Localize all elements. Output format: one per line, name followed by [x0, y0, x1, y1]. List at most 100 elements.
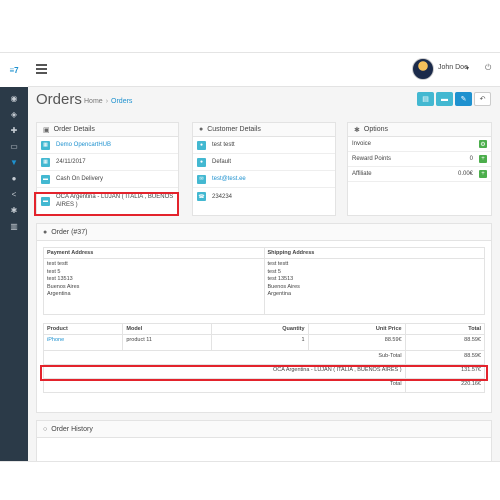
sidebar-item-marketing[interactable]: < — [0, 187, 28, 201]
customer-email[interactable]: test@test.ee — [212, 176, 246, 182]
product-quantity: 1 — [210, 334, 309, 351]
totals-row: Sub-Total 88.59€ — [43, 350, 486, 365]
address-line: test 13513 — [267, 276, 294, 282]
address-line: test 5 — [267, 268, 281, 275]
gear-icon: ✱ — [354, 126, 360, 134]
column-header: Product — [42, 323, 124, 335]
address-line: Argentina — [47, 291, 71, 297]
product-unit-price: 88.59€ — [307, 334, 406, 351]
edit-button[interactable]: ✎ — [455, 92, 472, 106]
logo[interactable]: ≡7 — [0, 53, 28, 87]
customer-phone: 234234 — [212, 193, 233, 200]
order-heading: ● Order (#37) — [37, 224, 491, 241]
back-button[interactable]: ↶ — [474, 92, 491, 106]
admin-app: ≡7 John Doe ▾ ⏻ ◉ ◈ ✚ ▭ ▼ ● < ✱ ▥ Orders… — [0, 52, 500, 462]
customer-group: Default — [212, 159, 232, 165]
customer-details-title: Customer Details — [207, 126, 261, 133]
chevron-down-icon[interactable]: ▾ — [466, 65, 469, 72]
payment-method: Cash On Delivery — [56, 176, 104, 182]
generate-invoice-button[interactable]: ⚙ — [479, 140, 487, 148]
options-title: Options — [363, 126, 388, 133]
address-line: Argentina — [267, 291, 292, 297]
order-history-heading: ○ Order History — [37, 421, 491, 438]
total-label: Sub-Total — [43, 350, 406, 365]
address-line: Buenos Aires — [267, 283, 300, 290]
add-commission-button[interactable]: + — [479, 170, 487, 178]
monitor-icon: ▭ — [10, 141, 18, 151]
info-icon: ● — [43, 228, 48, 236]
sidebar-item-dashboard[interactable]: ◉ — [0, 91, 28, 105]
address-table: Payment Address Shipping Address test te… — [43, 247, 485, 315]
option-label: Reward Points — [352, 156, 392, 162]
shipping-address-header: Shipping Address — [263, 247, 485, 259]
menu-toggle-icon[interactable] — [36, 64, 47, 74]
sidebar-item-catalog[interactable]: ◈ — [0, 107, 28, 121]
truck-icon: ▬ — [441, 95, 448, 103]
chart-icon: ▥ — [10, 221, 18, 231]
column-header: Model — [122, 323, 212, 335]
sidebar-item-customers[interactable]: ● — [0, 171, 28, 185]
dashboard-icon: ◉ — [10, 93, 18, 103]
column-header: Total — [404, 323, 486, 335]
customer-name-row: ● test testt — [193, 137, 335, 154]
customer-details-panel: ● Customer Details ● test testt ● Default ✉… — [192, 122, 336, 216]
user-icon: ● — [11, 173, 17, 183]
sidebar-item-sales[interactable]: ▼ — [0, 155, 28, 169]
date-row: ▦ 24/11/2017 — [37, 154, 178, 171]
sidebar-item-reports[interactable]: ▥ — [0, 219, 28, 233]
products-table: Product Model Quantity Unit Price Total … — [42, 323, 486, 393]
print-icon: ▤ — [422, 96, 429, 103]
payment-address: test testt test 5 test 13513 Buenos Aire… — [43, 258, 265, 315]
option-affiliate-row: Affiliate 0.00€ + — [348, 167, 491, 182]
address-line: test 13513 — [47, 276, 73, 282]
envelope-icon: ✉ — [197, 174, 206, 184]
store-icon: ▦ — [41, 140, 50, 150]
options-heading: ✱ Options — [348, 123, 491, 137]
page-title: Orders — [36, 91, 82, 108]
customer-name: test testt — [212, 142, 235, 148]
sidebar-item-extensions[interactable]: ✚ — [0, 123, 28, 137]
table-row: iPhone product 11 1 88.59€ 88.59€ — [42, 334, 486, 351]
shipping-total-highlight — [40, 365, 488, 381]
reply-icon: ↶ — [479, 96, 486, 103]
add-reward-button[interactable]: + — [479, 155, 487, 163]
credit-card-icon: ▬ — [41, 174, 50, 184]
cart-icon: ▼ — [10, 157, 18, 167]
order-details-heading: ▣ Order Details — [37, 123, 178, 137]
logout-icon[interactable]: ⏻ — [485, 63, 491, 73]
user-name[interactable]: John Doe — [438, 64, 468, 71]
print-invoice-button[interactable]: ▤ — [417, 92, 434, 106]
avatar[interactable] — [412, 58, 434, 80]
order-history-panel: ○ Order History — [36, 420, 492, 461]
store-link[interactable]: Demo OpencartHUB — [56, 142, 111, 148]
cart-icon: ▣ — [43, 126, 50, 134]
column-header: Unit Price — [307, 323, 406, 335]
column-header: Quantity — [210, 323, 309, 335]
option-value: 0 — [469, 156, 473, 162]
total-value: 88.59€ — [404, 350, 486, 365]
shipping-address: test testt test 5 test 13513 Buenos Aire… — [263, 258, 485, 315]
option-value: 0.00€ — [457, 171, 473, 177]
breadcrumb-home[interactable]: Home — [84, 98, 103, 105]
pencil-icon: ✎ — [460, 96, 467, 103]
breadcrumb-orders[interactable]: Orders — [111, 98, 132, 105]
print-shipping-button[interactable]: ▬ — [436, 92, 453, 106]
customer-email-row: ✉ test@test.ee — [193, 171, 335, 188]
user-icon: ● — [197, 140, 206, 150]
tag-icon: ◈ — [10, 109, 18, 119]
breadcrumb: Home › Orders — [84, 98, 132, 105]
address-line: Buenos Aires — [47, 283, 80, 290]
sidebar-item-design[interactable]: ▭ — [0, 139, 28, 153]
option-label: Affiliate — [352, 171, 372, 177]
shipping-method-highlight — [34, 192, 179, 216]
logo-text: ≡7 — [9, 65, 19, 75]
customer-group-row: ● Default — [193, 154, 335, 171]
order-panel: ● Order (#37) Payment Address Shipping Ad… — [36, 223, 492, 413]
user-icon: ● — [199, 126, 204, 133]
product-link[interactable]: iPhone — [42, 334, 124, 351]
payment-method-row: ▬ Cash On Delivery — [37, 171, 178, 188]
sidebar-item-system[interactable]: ✱ — [0, 203, 28, 217]
calendar-icon: ▦ — [41, 157, 50, 167]
puzzle-icon: ✚ — [10, 125, 18, 135]
gear-icon: ✱ — [10, 205, 18, 215]
